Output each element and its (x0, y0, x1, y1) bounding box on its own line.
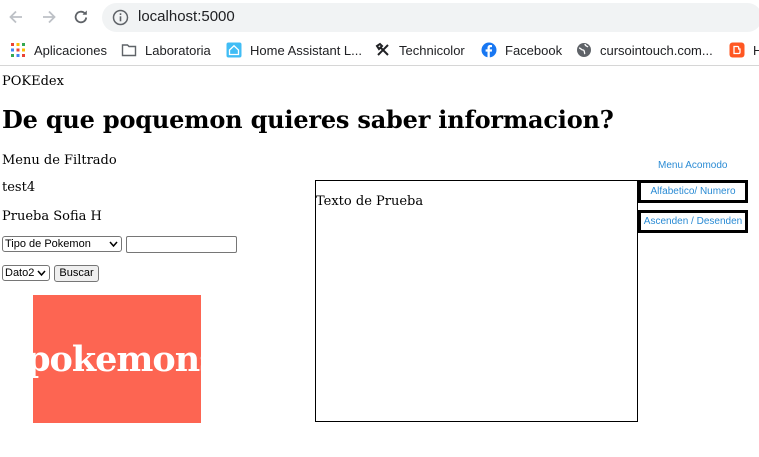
search-input[interactable] (126, 236, 237, 253)
pokemons-image: pokemons (33, 295, 201, 423)
reload-icon (74, 10, 88, 24)
brand-text: POKEdex (2, 74, 64, 89)
select-value: Dato2 (5, 267, 35, 279)
globe-icon (577, 43, 591, 57)
chevron-down-icon (37, 270, 46, 277)
page-title: De que poquemon quieres saber informacio… (2, 105, 614, 134)
bookmark-apps[interactable]: Aplicaciones (10, 40, 107, 60)
search-button[interactable]: Buscar (54, 265, 99, 282)
bookmark-laboratoria[interactable]: Laboratoria (121, 40, 211, 60)
bookmark-label: Home Assistant L... (250, 42, 362, 58)
back-button[interactable] (5, 6, 27, 28)
back-arrow-icon (9, 10, 22, 24)
author-text: Prueba Sofia H (2, 209, 102, 224)
blogger-icon (729, 42, 745, 58)
facebook-icon (481, 42, 497, 58)
bookmark-label: H (753, 43, 759, 58)
chevron-down-icon (109, 241, 118, 248)
tools-icon (375, 42, 389, 56)
forward-button[interactable] (38, 6, 60, 28)
forward-arrow-icon (43, 10, 56, 24)
bookmark-technicolor[interactable]: Technicolor (375, 40, 465, 60)
page-content: POKEdex De que poquemon quieres saber in… (0, 67, 759, 457)
bookmark-cursointouch[interactable]: cursointouch.com... (576, 40, 713, 60)
bookmark-label: Laboratoria (145, 42, 211, 58)
bookmark-label: Aplicaciones (34, 42, 107, 58)
image-caption: pokemons (33, 338, 201, 380)
bookmark-label: Technicolor (399, 42, 465, 58)
data-select[interactable]: Dato2 (2, 265, 50, 281)
apps-grid-icon (11, 43, 25, 57)
bookmark-home-assistant[interactable]: Home Assistant L... (226, 40, 362, 60)
result-text: Texto de Prueba (316, 194, 424, 209)
folder-icon (121, 44, 137, 57)
url-text: localhost:5000 (138, 8, 235, 25)
site-info-icon[interactable] (112, 9, 129, 26)
pokemon-type-select[interactable]: Tipo de Pokemon (2, 236, 122, 252)
bookmark-facebook[interactable]: Facebook (481, 40, 562, 60)
sort-alphabetic-button[interactable]: Alfabetico/ Numero (638, 180, 748, 203)
address-bar[interactable]: localhost:5000 (102, 3, 759, 32)
browser-toolbar: localhost:5000 (0, 0, 759, 34)
home-assistant-icon (226, 42, 242, 58)
bookmark-blogger[interactable]: H (729, 40, 759, 60)
bookmark-label: Facebook (505, 42, 563, 58)
bookmark-label: cursointouch.com... (600, 42, 713, 58)
sort-menu-label: Menu Acomodo (658, 160, 728, 171)
bookmarks-bar: Aplicaciones Laboratoria Home Assistant … (0, 34, 759, 66)
filter-menu-label: Menu de Filtrado (2, 153, 117, 168)
result-text-box: Texto de Prueba (315, 180, 638, 422)
test-text: test4 (2, 180, 36, 195)
reload-button[interactable] (70, 6, 92, 28)
sort-order-button[interactable]: Ascenden / Desenden (638, 210, 748, 233)
select-value: Tipo de Pokemon (5, 238, 91, 250)
